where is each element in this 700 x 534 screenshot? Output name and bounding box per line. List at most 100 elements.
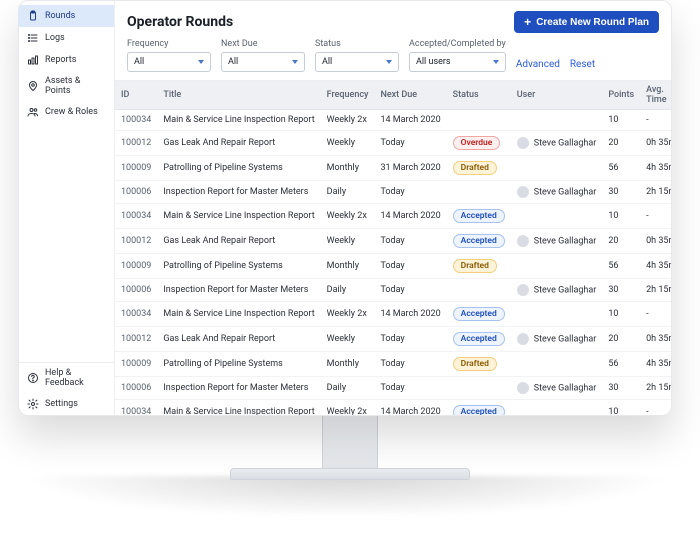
column-header[interactable]: ID [115, 81, 157, 110]
cell-id: 100006 [115, 181, 157, 204]
status-badge: Accepted [453, 209, 505, 223]
avatar [517, 333, 529, 345]
filter-user-select[interactable]: All users [409, 52, 506, 72]
cell-user: Steve Gallaghar [511, 279, 603, 302]
avatar [517, 137, 529, 149]
sidebar-item-label: Logs [45, 33, 65, 43]
table-row[interactable]: 100009Patrolling of Pipeline SystemsMont… [115, 254, 671, 279]
page-title: Operator Rounds [127, 14, 233, 30]
cell-id: 100009 [115, 156, 157, 181]
column-header[interactable]: Points [602, 81, 640, 110]
cell-points: 20 [602, 229, 640, 254]
reset-filters-link[interactable]: Reset [570, 59, 595, 72]
table-row[interactable]: 100034Main & Service Line Inspection Rep… [115, 302, 671, 327]
cell-id: 100006 [115, 377, 157, 400]
filter-status-select[interactable]: All [315, 52, 399, 72]
cell-points: 10 [602, 204, 640, 229]
table-row[interactable]: 100006Inspection Report for Master Meter… [115, 181, 671, 204]
cell-points: 56 [602, 156, 640, 181]
column-header[interactable]: Status [447, 81, 511, 110]
cell-id: 100012 [115, 131, 157, 156]
sidebar-item-crew-roles[interactable]: Crew & Roles [19, 101, 114, 123]
table-row[interactable]: 100012Gas Leak And Repair ReportWeeklyTo… [115, 229, 671, 254]
column-header[interactable]: Title [157, 81, 320, 110]
cell-title: Inspection Report for Master Meters [157, 377, 320, 400]
sidebar-item-assets-points[interactable]: Assets & Points [19, 71, 114, 101]
sidebar-item-settings[interactable]: Settings [19, 393, 114, 415]
sidebar-item-label: Crew & Roles [45, 107, 98, 117]
advanced-filters-link[interactable]: Advanced [516, 59, 560, 72]
cell-points: 20 [602, 131, 640, 156]
cell-user: Steve Gallaghar [511, 327, 603, 352]
chevron-down-icon [198, 60, 204, 64]
cell-points: 56 [602, 254, 640, 279]
table-row[interactable]: 100012Gas Leak And Repair ReportWeeklyTo… [115, 131, 671, 156]
cell-id: 100012 [115, 327, 157, 352]
cell-status [447, 181, 511, 204]
table-row[interactable]: 100034Main & Service Line Inspection Rep… [115, 204, 671, 229]
filter-user-label: Accepted/Completed by [409, 39, 506, 49]
cell-user [511, 352, 603, 377]
cell-avg-time: 4h 35m [640, 254, 671, 279]
column-header[interactable]: Next Due [374, 81, 446, 110]
cell-points: 30 [602, 181, 640, 204]
filter-status-value: All [322, 57, 332, 67]
user-name: Steve Gallaghar [534, 236, 597, 246]
cell-status [447, 279, 511, 302]
cell-user: Steve Gallaghar [511, 229, 603, 254]
cell-title: Patrolling of Pipeline Systems [157, 352, 320, 377]
table-row[interactable]: 100006Inspection Report for Master Meter… [115, 279, 671, 302]
cell-frequency: Monthly [321, 156, 375, 181]
filter-nextdue-select[interactable]: All [221, 52, 305, 72]
pin-icon [27, 80, 39, 92]
cell-next-due: Today [374, 279, 446, 302]
table-row[interactable]: 100034Main & Service Line Inspection Rep… [115, 400, 671, 416]
filter-nextdue-label: Next Due [221, 39, 305, 49]
filter-frequency-select[interactable]: All [127, 52, 211, 72]
status-badge: Overdue [453, 136, 501, 150]
cell-title: Gas Leak And Repair Report [157, 229, 320, 254]
sidebar-item-label: Rounds [45, 11, 75, 21]
cell-title: Main & Service Line Inspection Report [157, 110, 320, 131]
cell-avg-time: - [640, 400, 671, 416]
cell-frequency: Daily [321, 279, 375, 302]
cell-frequency: Weekly [321, 229, 375, 254]
cell-id: 100006 [115, 279, 157, 302]
avatar [517, 382, 529, 394]
table-row[interactable]: 100034Main & Service Line Inspection Rep… [115, 110, 671, 131]
cell-next-due: 14 March 2020 [374, 204, 446, 229]
gear-icon [27, 398, 39, 410]
sidebar-item-reports[interactable]: Reports [19, 49, 114, 71]
chevron-down-icon [493, 60, 499, 64]
cell-frequency: Monthly [321, 254, 375, 279]
cell-title: Patrolling of Pipeline Systems [157, 254, 320, 279]
cell-points: 30 [602, 279, 640, 302]
cell-frequency: Weekly 2x [321, 400, 375, 416]
column-header[interactable]: Frequency [321, 81, 375, 110]
cell-status: Drafted [447, 254, 511, 279]
cell-user [511, 156, 603, 181]
cell-id: 100034 [115, 400, 157, 416]
column-header[interactable]: Avg. Time [640, 81, 671, 110]
create-new-round-plan-button[interactable]: + Create New Round Plan [514, 11, 659, 33]
table-row[interactable]: 100009Patrolling of Pipeline SystemsMont… [115, 156, 671, 181]
sidebar-item-rounds[interactable]: Rounds [19, 5, 114, 27]
avatar [517, 284, 529, 296]
chart-icon [27, 54, 39, 66]
column-header[interactable]: User [511, 81, 603, 110]
cell-id: 100034 [115, 302, 157, 327]
sidebar-item-label: Reports [45, 55, 76, 65]
cell-avg-time: 0h 35m [640, 327, 671, 352]
avatar [517, 186, 529, 198]
table-row[interactable]: 100006Inspection Report for Master Meter… [115, 377, 671, 400]
cell-next-due: Today [374, 352, 446, 377]
avatar [517, 235, 529, 247]
cell-avg-time: 2h 15m [640, 181, 671, 204]
sidebar-item-logs[interactable]: Logs [19, 27, 114, 49]
chevron-down-icon [292, 60, 298, 64]
sidebar: Rounds Logs Reports Assets & Points Crew… [19, 1, 115, 415]
sidebar-item-help-feedback[interactable]: Help & Feedback [19, 363, 114, 393]
table-row[interactable]: 100009Patrolling of Pipeline SystemsMont… [115, 352, 671, 377]
table-row[interactable]: 100012Gas Leak And Repair ReportWeeklyTo… [115, 327, 671, 352]
rounds-table-wrapper[interactable]: IDTitleFrequencyNext DueStatusUserPoints… [115, 80, 671, 415]
